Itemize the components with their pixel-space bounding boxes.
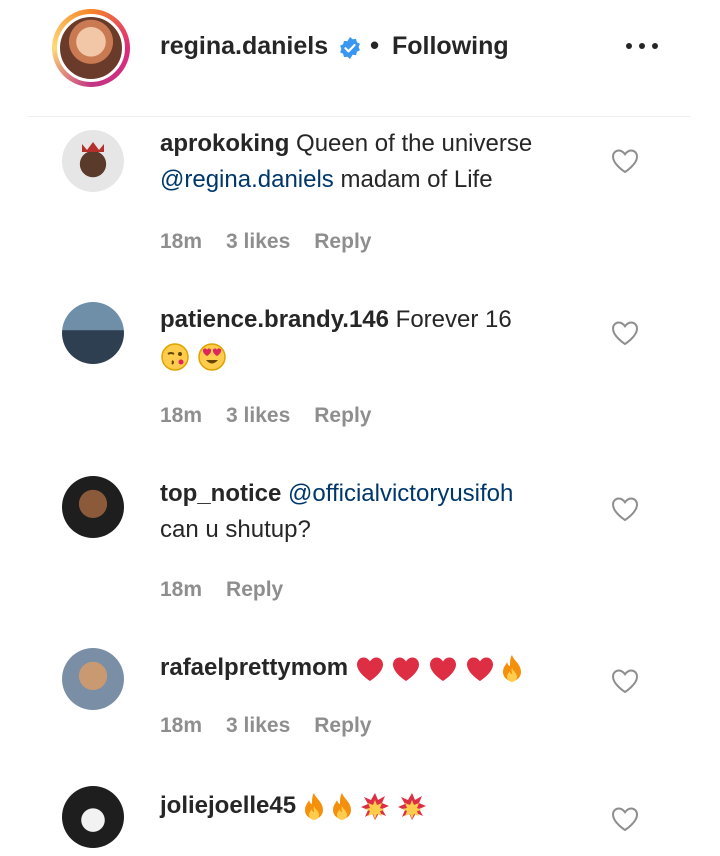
comment-meta: 18m 3 likes Reply	[160, 714, 371, 738]
commenter-avatar[interactable]	[62, 786, 124, 848]
red-heart-icon	[466, 657, 493, 681]
reply-button[interactable]: Reply	[314, 404, 371, 428]
comment-text: can u shutup?	[160, 516, 311, 543]
comment-text: Queen of the universe	[296, 130, 533, 157]
comment-username[interactable]: patience.brandy.146	[160, 306, 389, 333]
red-heart-icon	[356, 657, 383, 681]
post-header: regina.daniels • Following	[0, 0, 720, 118]
collision-icon	[361, 792, 390, 820]
comment-text: madam of Life	[340, 166, 493, 193]
comment-mention[interactable]: @officialvictoryusifoh	[288, 480, 513, 507]
verified-badge-icon	[340, 37, 360, 59]
comment-mention[interactable]: @regina.daniels	[160, 166, 334, 193]
header-separator: •	[370, 30, 380, 60]
comment-username[interactable]: rafaelprettymom	[160, 654, 348, 681]
like-heart-icon[interactable]	[611, 496, 639, 522]
like-heart-icon[interactable]	[611, 668, 639, 694]
comment-likes[interactable]: 3 likes	[226, 404, 290, 428]
comment-meta: 18m 3 likes Reply	[160, 230, 371, 254]
comment-body: aprokoking Queen of the universe @regina…	[160, 126, 600, 198]
comment-body: patience.brandy.146 Forever 16	[160, 302, 600, 374]
reply-button[interactable]: Reply	[314, 230, 371, 254]
commenter-avatar[interactable]	[62, 130, 124, 192]
comment-body: top_notice @officialvictoryusifoh can u …	[160, 476, 600, 548]
collision-icon	[397, 792, 426, 820]
comment-username[interactable]: aprokoking	[160, 130, 289, 157]
reply-button[interactable]: Reply	[314, 714, 371, 738]
fire-icon	[333, 792, 352, 820]
comment-time: 18m	[160, 714, 203, 737]
emoji-row	[355, 654, 524, 682]
winking-kiss-emoji-icon	[161, 342, 189, 371]
comment-body: rafaelprettymom	[160, 650, 600, 686]
like-heart-icon[interactable]	[611, 148, 639, 174]
comment-likes[interactable]: 3 likes	[226, 230, 290, 254]
fire-icon	[503, 654, 522, 682]
red-heart-icon	[393, 657, 420, 681]
comment-time: 18m	[160, 230, 203, 253]
comment-username[interactable]: joliejoelle45	[160, 792, 296, 819]
header-divider	[28, 116, 690, 117]
comment-username[interactable]: top_notice	[160, 480, 281, 507]
emoji-row	[303, 792, 427, 820]
comment-meta: 18m 3 likes Reply	[160, 404, 371, 428]
comment-time: 18m	[160, 578, 203, 601]
commenter-avatar[interactable]	[62, 648, 124, 710]
crown-icon	[82, 142, 104, 152]
comment-text: Forever 16	[395, 306, 512, 333]
commenter-avatar[interactable]	[62, 476, 124, 538]
reply-button[interactable]: Reply	[226, 578, 283, 602]
comment-likes[interactable]: 3 likes	[226, 714, 290, 738]
comment-time: 18m	[160, 404, 203, 427]
fire-icon	[304, 792, 323, 820]
comment-body: joliejoelle45	[160, 788, 600, 824]
like-heart-icon[interactable]	[611, 320, 639, 346]
commenter-avatar[interactable]	[62, 302, 124, 364]
comment-meta: 18m Reply	[160, 578, 283, 602]
heart-eyes-emoji-icon	[197, 342, 226, 371]
like-heart-icon[interactable]	[611, 806, 639, 832]
profile-avatar[interactable]	[57, 14, 125, 82]
following-button[interactable]: Following	[392, 32, 509, 61]
more-options-icon[interactable]	[626, 38, 658, 54]
profile-avatar-ring[interactable]	[52, 9, 130, 87]
header-username[interactable]: regina.daniels	[160, 32, 328, 61]
red-heart-icon	[430, 657, 457, 681]
